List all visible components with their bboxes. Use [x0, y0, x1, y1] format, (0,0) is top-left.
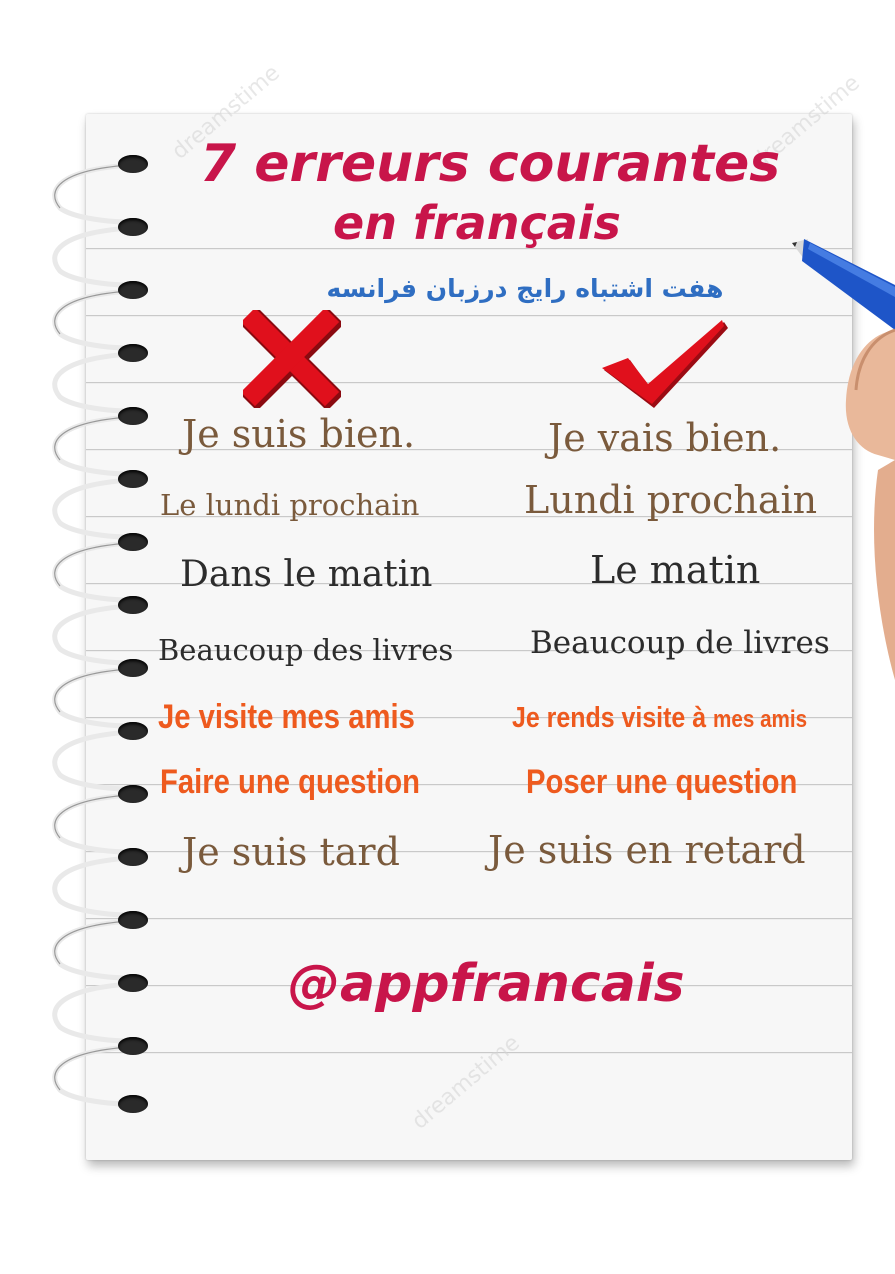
- binding-hole: [118, 344, 148, 362]
- binding-hole: [118, 155, 148, 173]
- red-x-icon: [243, 310, 341, 408]
- social-handle: @appfrancais: [288, 954, 685, 1014]
- title-line-1: 7 erreurs courantes: [200, 134, 781, 194]
- correct-phrase-4: Beaucoup de livres: [530, 625, 830, 661]
- binding-hole: [118, 974, 148, 992]
- correct-phrase-3: Le matin: [590, 548, 761, 592]
- binding-hole: [118, 1095, 148, 1113]
- red-checkmark-icon: [602, 320, 728, 408]
- wrong-phrase-1: Je suis bien.: [182, 412, 416, 456]
- correct-phrase-2: Lundi prochain: [524, 478, 818, 522]
- binding-hole: [118, 785, 148, 803]
- binding-hole: [118, 470, 148, 488]
- binding-hole: [118, 407, 148, 425]
- correct-phrase-5-part-2: mes amis: [713, 706, 808, 733]
- title-line-2: en français: [333, 196, 621, 250]
- binding-hole: [118, 848, 148, 866]
- correct-phrase-7: Je suis en retard: [488, 828, 806, 872]
- wrong-phrase-7: Je suis tard: [182, 830, 400, 874]
- binding-hole: [118, 533, 148, 551]
- binding-hole: [118, 218, 148, 236]
- wrong-phrase-6: Faire une question: [160, 763, 420, 801]
- binding-hole: [118, 659, 148, 677]
- correct-phrase-5: Je rends visite à mes amis: [512, 702, 807, 735]
- wrong-phrase-2: Le lundi prochain: [160, 488, 420, 522]
- wrong-phrase-4: Beaucoup des livres: [158, 633, 454, 667]
- persian-subtitle: هفت اشتباه رایج درزبان فرانسه: [326, 274, 724, 303]
- binding-hole: [118, 596, 148, 614]
- wrong-phrase-5: Je visite mes amis: [158, 698, 415, 736]
- correct-phrase-1: Je vais bien.: [548, 416, 782, 460]
- binding-hole: [118, 281, 148, 299]
- wrong-phrase-3: Dans le matin: [180, 554, 433, 595]
- binding-hole: [118, 1037, 148, 1055]
- correct-phrase-6: Poser une question: [526, 763, 798, 801]
- binding-hole: [118, 911, 148, 929]
- binding-hole: [118, 722, 148, 740]
- correct-phrase-5-part-1: Je rends visite à: [512, 702, 707, 734]
- hand-icon: [845, 328, 895, 680]
